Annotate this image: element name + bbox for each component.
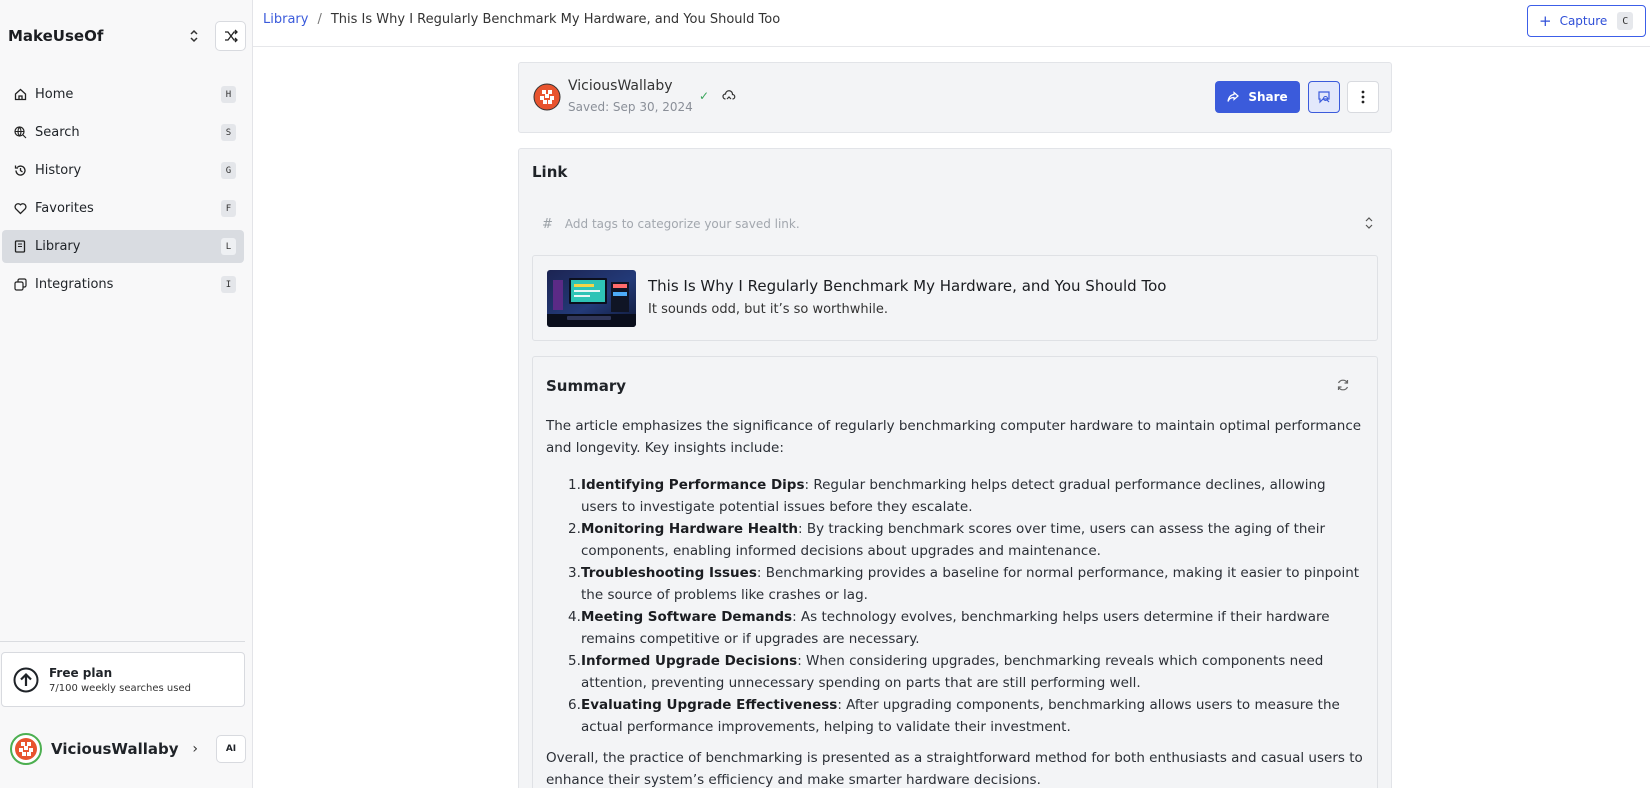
list-number: 2.	[568, 521, 581, 537]
sidebar: MakeUseOf Home H Search S History G Favo…	[0, 0, 253, 788]
summary-intro: The article emphasizes the significance …	[546, 418, 1362, 456]
point-heading: Monitoring Hardware Health	[581, 521, 799, 537]
list-number: 6.	[568, 697, 581, 713]
chevron-right-icon: ›	[192, 741, 198, 757]
point-heading: Troubleshooting Issues	[581, 565, 757, 581]
chevron-up-down-icon[interactable]	[1365, 216, 1373, 232]
header-username: ViciousWallaby	[568, 78, 673, 94]
integrations-icon	[13, 278, 27, 292]
summary-title: Summary	[546, 377, 627, 395]
link-description: It sounds odd, but it’s so worthwhile.	[648, 302, 888, 317]
shortcut-badge: C	[1617, 12, 1634, 30]
tags-placeholder: Add tags to categorize your saved link.	[564, 217, 800, 231]
list-number: 5.	[568, 653, 581, 669]
link-title: This Is Why I Regularly Benchmark My Har…	[648, 277, 1167, 295]
capture-label: Capture	[1559, 14, 1608, 28]
sidebar-item-integrations[interactable]: Integrations I	[2, 268, 244, 301]
list-item: 1. Identifying Performance Dips: Regular …	[546, 474, 1366, 518]
list-number: 1.	[568, 477, 581, 493]
summary-points: 1. Identifying Performance Dips: Regular …	[546, 474, 1366, 738]
top-bar: Library / This Is Why I Regularly Benchm…	[253, 0, 1650, 47]
sidebar-item-label: Favorites	[35, 201, 94, 216]
more-vertical-icon	[1361, 90, 1365, 104]
sidebar-item-library[interactable]: Library L	[2, 230, 244, 263]
plus-icon: +	[1539, 11, 1552, 30]
cloud-sync-icon[interactable]	[722, 89, 736, 103]
list-item: 4. Meeting Software Demands: As technolog…	[546, 606, 1366, 650]
shuffle-button[interactable]	[215, 21, 246, 51]
plan-text: Free plan 7/100 weekly searches used	[49, 666, 191, 694]
search-globe-icon	[13, 126, 27, 140]
history-icon	[13, 164, 27, 178]
sidebar-item-favorites[interactable]: Favorites F	[2, 192, 244, 225]
list-item: 2. Monitoring Hardware Health: By trackin…	[546, 518, 1366, 562]
heart-icon	[13, 202, 27, 216]
avatar	[10, 733, 42, 765]
list-item: 6. Evaluating Upgrade Effectiveness: Afte…	[546, 694, 1366, 738]
plan-card[interactable]: Free plan 7/100 weekly searches used	[1, 652, 245, 707]
tags-input[interactable]: # Add tags to categorize your saved link…	[532, 209, 1379, 239]
shortcut-badge: F	[221, 200, 236, 217]
book-icon	[13, 240, 27, 254]
list-number: 4.	[568, 609, 581, 625]
home-icon	[13, 88, 27, 102]
link-panel: Link # Add tags to categorize your saved…	[518, 148, 1392, 788]
share-label: Share	[1248, 90, 1288, 104]
summary-card: Summary The article emphasizes the signi…	[532, 356, 1378, 788]
share-button[interactable]: Share	[1215, 81, 1300, 113]
shortcut-badge: L	[221, 238, 236, 255]
point-heading: Identifying Performance Dips	[581, 477, 805, 493]
refresh-icon[interactable]	[1335, 377, 1351, 393]
workspace-switch-icon[interactable]	[183, 22, 205, 50]
share-icon	[1227, 91, 1240, 102]
breadcrumb-current: This Is Why I Regularly Benchmark My Har…	[330, 12, 781, 27]
point-heading: Informed Upgrade Decisions	[581, 653, 798, 669]
list-number: 3.	[568, 565, 581, 581]
shortcut-badge: H	[221, 86, 236, 103]
plan-title: Free plan	[49, 665, 113, 680]
sidebar-item-search[interactable]: Search S	[2, 116, 244, 149]
check-icon: ✓	[699, 89, 710, 103]
user-name: ViciousWallaby	[51, 740, 179, 758]
avatar	[533, 83, 561, 111]
sidebar-divider	[0, 641, 245, 642]
sidebar-nav: Home H Search S History G Favorites F Li…	[0, 78, 252, 306]
comment-search-icon	[1318, 91, 1330, 104]
sidebar-item-label: History	[35, 163, 82, 178]
shortcut-badge: G	[221, 162, 236, 179]
sidebar-item-label: Integrations	[35, 277, 114, 292]
saved-timestamp: Saved: Sep 30, 2024	[568, 100, 693, 114]
workspace-row: MakeUseOf	[8, 20, 246, 52]
shuffle-icon	[224, 29, 238, 43]
breadcrumb-separator: /	[317, 12, 322, 27]
sidebar-item-label: Home	[35, 87, 74, 102]
shortcut-badge: I	[221, 276, 236, 293]
workspace-name[interactable]: MakeUseOf	[8, 27, 183, 45]
sidebar-item-label: Library	[35, 239, 81, 254]
link-thumbnail	[547, 270, 636, 327]
list-item: 5. Informed Upgrade Decisions: When consi…	[546, 650, 1366, 694]
user-menu[interactable]: ViciousWallaby › AI	[10, 733, 246, 765]
sidebar-item-history[interactable]: History G	[2, 154, 244, 187]
list-item: 3. Troubleshooting Issues: Benchmarking p…	[546, 562, 1366, 606]
hashtag-icon: #	[542, 216, 553, 232]
comments-button[interactable]	[1308, 81, 1340, 113]
more-options-button[interactable]	[1347, 81, 1379, 113]
link-section-title: Link	[532, 163, 568, 181]
summary-outro: Overall, the practice of benchmarking is…	[546, 750, 1363, 788]
point-heading: Evaluating Upgrade Effectiveness	[581, 697, 838, 713]
link-preview-card[interactable]: This Is Why I Regularly Benchmark My Har…	[532, 255, 1378, 341]
plan-usage: 7/100 weekly searches used	[49, 682, 191, 694]
sidebar-item-label: Search	[35, 125, 80, 140]
ai-button[interactable]: AI	[216, 735, 246, 763]
shortcut-badge: S	[221, 124, 236, 141]
upgrade-arrow-icon	[13, 667, 39, 692]
capture-button[interactable]: + Capture C	[1527, 5, 1646, 37]
point-heading: Meeting Software Demands	[581, 609, 793, 625]
breadcrumb: Library / This Is Why I Regularly Benchm…	[263, 12, 780, 27]
breadcrumb-library-link[interactable]: Library	[263, 12, 308, 27]
saved-link-header: ViciousWallaby Saved: Sep 30, 2024 ✓ Sha…	[518, 62, 1392, 133]
sidebar-item-home[interactable]: Home H	[2, 78, 244, 111]
